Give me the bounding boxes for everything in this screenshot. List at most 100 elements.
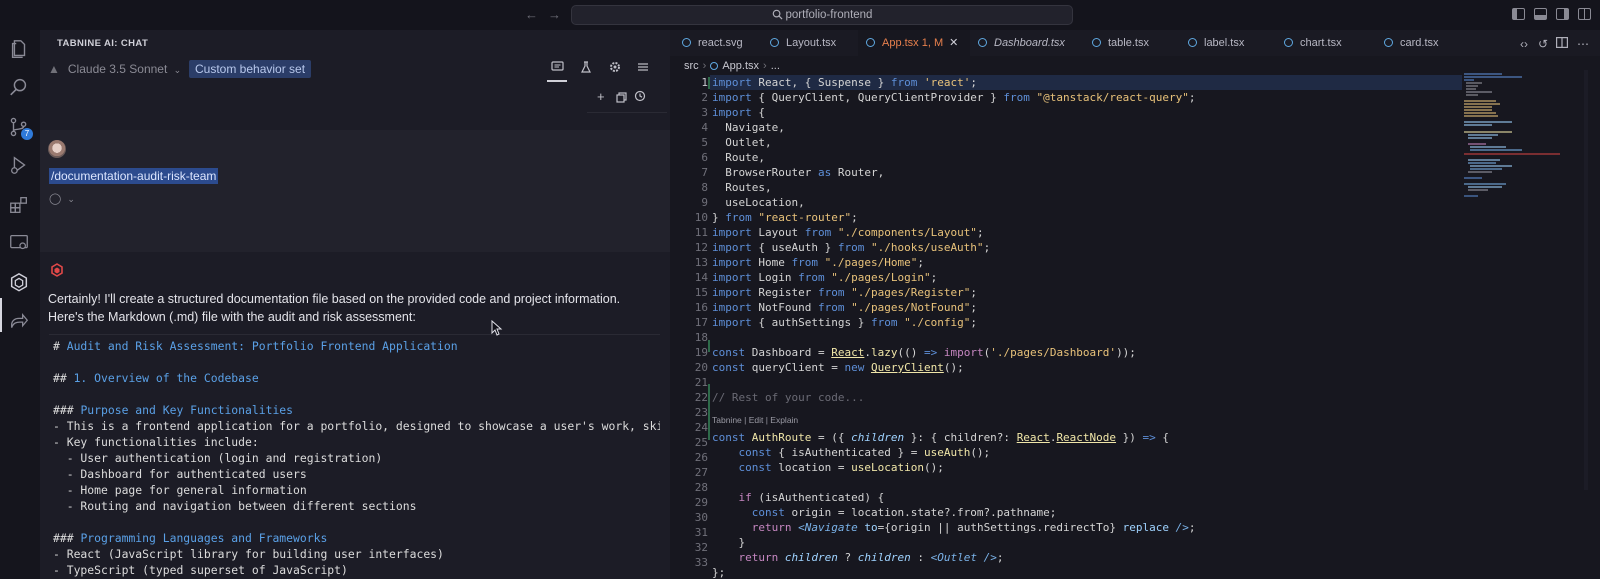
code-line[interactable]: import { useAuth } from "./hooks/useAuth… <box>712 241 990 254</box>
line-number: 32 <box>694 541 708 554</box>
code-line[interactable]: const location = useLocation(); <box>712 461 944 474</box>
line-number: 9 <box>701 196 708 209</box>
divider <box>587 112 667 113</box>
forward-arrow-icon[interactable]: → <box>548 7 561 22</box>
test-flask-icon[interactable] <box>579 61 593 75</box>
extensions-icon[interactable] <box>8 194 32 218</box>
breadcrumb-file[interactable]: App.tsx <box>722 60 759 72</box>
code-line[interactable]: const AuthRoute = ({ children }: { child… <box>712 431 1169 444</box>
markdown-line: # Audit and Risk Assessment: Portfolio F… <box>53 339 458 353</box>
line-number: 15 <box>694 286 708 299</box>
tab-layout-tsx[interactable]: Layout.tsx <box>770 30 836 56</box>
open-changes-icon[interactable]: ↺ <box>1538 37 1548 51</box>
source-control-icon[interactable]: 7 <box>8 116 33 140</box>
code-line[interactable]: } from "react-router"; <box>712 211 858 224</box>
code-line[interactable]: const Dashboard = React.lazy(() => impor… <box>712 346 1136 359</box>
close-icon[interactable]: ✕ <box>949 37 958 49</box>
code-line[interactable]: Routes, <box>712 181 771 194</box>
tab-app-tsx[interactable]: App.tsx 1, M ✕ <box>858 30 970 56</box>
chevron-right-icon: › <box>702 60 707 72</box>
code-line[interactable]: import Register from "./pages/Register"; <box>712 286 977 299</box>
code-line[interactable]: import NotFound from "./pages/NotFound"; <box>712 301 977 314</box>
code-line[interactable]: import Layout from "./components/Layout"… <box>712 226 984 239</box>
command-center-search[interactable]: portfolio-frontend <box>571 5 1073 25</box>
search-icon <box>772 9 783 20</box>
remote-explorer-icon[interactable] <box>8 232 32 256</box>
vertical-scrollbar[interactable] <box>1584 70 1588 490</box>
code-line[interactable]: Route, <box>712 151 765 164</box>
new-chat-plus-icon[interactable]: + <box>597 89 605 104</box>
gutter-change-marker <box>708 340 710 352</box>
code-line[interactable]: return <Navigate to={origin || authSetti… <box>712 521 1196 534</box>
gutter-change-marker <box>708 77 710 89</box>
code-line[interactable]: const { isAuthenticated } = useAuth(); <box>712 446 991 459</box>
search-icon[interactable] <box>8 76 32 100</box>
model-selector[interactable]: ▲ Claude 3.5 Sonnet ⌄ <box>48 62 181 76</box>
menu-icon[interactable] <box>636 61 650 75</box>
line-number: 4 <box>701 121 708 134</box>
tab-table-tsx[interactable]: table.tsx <box>1092 30 1149 56</box>
code-line[interactable]: Outlet, <box>712 136 771 149</box>
code-line[interactable]: // Rest of your code... <box>712 391 864 404</box>
tabnine-codelens[interactable]: Tabnine | Edit | Explain <box>712 415 798 425</box>
breadcrumb: src › App.tsx ›... <box>684 60 780 72</box>
code-line[interactable]: } <box>712 536 745 549</box>
regenerate-icon: ◯ <box>49 193 62 205</box>
line-number: 17 <box>694 316 708 329</box>
code-line[interactable]: useLocation, <box>712 196 804 209</box>
tab-label-tsx[interactable]: label.tsx <box>1188 30 1244 56</box>
more-actions-icon[interactable]: ⋯ <box>1577 37 1589 51</box>
code-line[interactable]: import Login from "./pages/Login"; <box>712 271 937 284</box>
code-line[interactable]: import Home from "./pages/Home"; <box>712 256 924 269</box>
chevron-down-icon: ⌄ <box>67 194 75 204</box>
markdown-hash: # <box>53 339 67 353</box>
customize-layout-icon[interactable] <box>1578 8 1591 20</box>
split-editor-icon[interactable] <box>1556 37 1569 51</box>
tab-dashboard-tsx[interactable]: Dashboard.tsx <box>978 30 1065 56</box>
breadcrumb-symbol[interactable]: ... <box>771 60 780 72</box>
line-number: 28 <box>694 481 708 494</box>
minimap[interactable] <box>1462 70 1572 230</box>
tab-card-tsx[interactable]: card.tsx <box>1384 30 1439 56</box>
line-number: 20 <box>694 361 708 374</box>
history-icon[interactable] <box>634 90 646 105</box>
message-options[interactable]: ◯ ⌄ <box>49 192 75 205</box>
toggle-primary-sidebar-icon[interactable] <box>1512 8 1525 20</box>
code-line[interactable]: import React, { Suspense } from 'react'; <box>712 76 977 89</box>
line-number: 12 <box>694 241 708 254</box>
copy-icon[interactable] <box>616 91 627 106</box>
explorer-icon[interactable] <box>8 38 32 62</box>
code-line[interactable]: BrowserRouter as Router, <box>712 166 884 179</box>
code-line[interactable]: const queryClient = new QueryClient(); <box>712 361 964 374</box>
bot-message-text: Certainly! I'll create a structured docu… <box>48 292 621 324</box>
line-number: 14 <box>694 271 708 284</box>
code-line[interactable]: import { <box>712 106 765 119</box>
custom-behavior-button[interactable]: Custom behavior set <box>189 60 312 78</box>
react-file-icon <box>770 38 779 47</box>
tab-chart-tsx[interactable]: chart.tsx <box>1284 30 1342 56</box>
breadcrumb-src[interactable]: src <box>684 60 699 72</box>
tabnine-actions-icon[interactable]: ‹› <box>1520 37 1528 51</box>
tabnine-bot-icon <box>51 263 63 277</box>
markdown-line: - This is a frontend application for a p… <box>53 419 660 433</box>
code-line[interactable]: import { authSettings } from "./config"; <box>712 316 977 329</box>
markdown-line: - Routing and navigation between differe… <box>53 499 417 513</box>
run-debug-icon[interactable] <box>8 154 32 178</box>
back-arrow-icon[interactable]: ← <box>525 7 538 22</box>
tabnine-icon[interactable] <box>8 272 32 296</box>
code-line[interactable]: }; <box>712 566 725 579</box>
code-line[interactable]: return children ? children : <Outlet />; <box>712 551 1004 564</box>
code-line[interactable]: import { QueryClient, QueryClientProvide… <box>712 91 1196 104</box>
settings-gear-icon[interactable] <box>608 61 622 75</box>
code-line[interactable]: const origin = location.state?.from?.pat… <box>712 506 1057 519</box>
toggle-panel-icon[interactable] <box>1534 8 1547 20</box>
share-icon[interactable] <box>8 312 32 336</box>
chat-icon[interactable] <box>550 61 564 75</box>
toggle-secondary-sidebar-icon[interactable] <box>1556 8 1569 20</box>
code-line[interactable]: Navigate, <box>712 121 785 134</box>
markdown-heading-text: Programming Languages and Frameworks <box>80 531 328 545</box>
react-file-icon <box>978 38 987 47</box>
code-line[interactable]: if (isAuthenticated) { <box>712 491 885 504</box>
line-number: 18 <box>694 331 708 344</box>
tab-react-svg[interactable]: react.svg <box>682 30 743 56</box>
